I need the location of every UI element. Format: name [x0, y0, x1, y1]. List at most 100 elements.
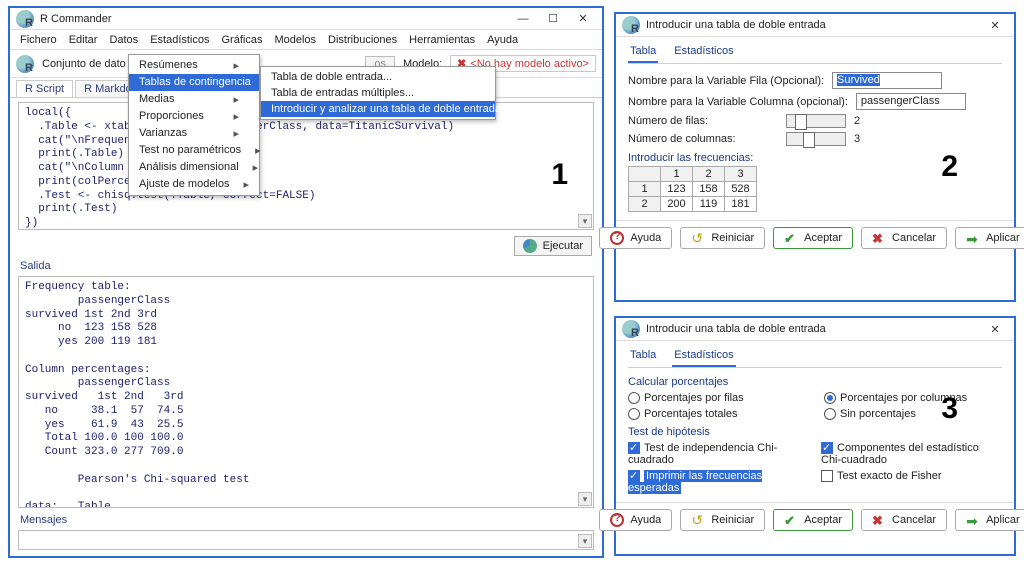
col-var-input[interactable]: passengerClass [856, 93, 966, 110]
cancel-icon: ✖ [872, 231, 886, 245]
tab-rscript[interactable]: R Script [16, 80, 73, 97]
mensajes-label: Mensajes [10, 512, 602, 526]
menu-resumenes[interactable]: Resúmenes▸ [129, 57, 259, 74]
freq-cell[interactable]: 158 [693, 182, 725, 197]
submenu-multiples[interactable]: Tabla de entradas múltiples... [261, 85, 495, 101]
freq-cell[interactable]: 528 [725, 182, 757, 197]
close-button[interactable]: ✕ [570, 11, 596, 27]
output-pane[interactable]: Frequency table: passengerClass survived… [18, 276, 594, 508]
contingencia-submenu: Tabla de doble entrada... Tabla de entra… [260, 66, 496, 120]
estadisticos-menu: Resúmenes▸ Tablas de contingencia▸ Media… [128, 54, 260, 196]
radio-row-pct[interactable]: Porcentajes por filas [628, 392, 806, 404]
row-var-input[interactable]: Survived [832, 72, 942, 89]
ok-button[interactable]: ✔Aceptar [773, 227, 853, 249]
submenu-doble-entrada[interactable]: Tabla de doble entrada... [261, 69, 495, 85]
ncols-value: 3 [854, 133, 860, 145]
menu-ayuda[interactable]: Ayuda [487, 34, 518, 46]
menu-tablas-contingencia[interactable]: Tablas de contingencia▸ [129, 74, 259, 91]
close-button[interactable]: ✕ [982, 321, 1008, 337]
menu-medias[interactable]: Medias▸ [129, 91, 259, 108]
radio-col-pct[interactable]: Porcentajes por columnas [824, 392, 1002, 404]
dialog-title: Introducir una tabla de doble entrada [646, 323, 826, 335]
row-var-label: Nombre para la Variable Fila (Opcional): [628, 75, 824, 87]
radio-no-pct[interactable]: Sin porcentajes [824, 408, 1002, 420]
menu-graficas[interactable]: Gráficas [222, 34, 263, 46]
cancel-button[interactable]: ✖Cancelar [861, 509, 947, 531]
freq-table[interactable]: 1 2 3 1 123 158 528 2 200 119 181 [628, 166, 757, 212]
freq-col-header: 1 [661, 167, 693, 182]
ncols-slider[interactable] [786, 132, 846, 146]
menu-dimensional[interactable]: Análisis dimensional▸ [129, 159, 259, 176]
apply-button[interactable]: ➡Aplicar [955, 509, 1024, 531]
ok-button[interactable]: ✔Aceptar [773, 509, 853, 531]
apply-icon: ➡ [966, 513, 980, 527]
maximize-button[interactable]: ☐ [540, 11, 566, 27]
freq-cell[interactable]: 200 [661, 197, 693, 212]
menu-estadisticos[interactable]: Estadísticos [150, 34, 209, 46]
apply-button[interactable]: ➡Aplicar [955, 227, 1024, 249]
freq-cell[interactable]: 123 [661, 182, 693, 197]
help-button[interactable]: Ayuda [599, 509, 672, 531]
tab-estadisticos[interactable]: Estadísticos [672, 43, 735, 63]
reset-icon: ↺ [691, 513, 705, 527]
check-icon: ✔ [784, 231, 798, 245]
cancel-button[interactable]: ✖Cancelar [861, 227, 947, 249]
freq-row: 1 123 158 528 [629, 182, 757, 197]
nrows-label: Número de filas: [628, 115, 778, 127]
help-button[interactable]: Ayuda [599, 227, 672, 249]
rcommander-window: R Commander — ☐ ✕ Fichero Editar Datos E… [8, 6, 604, 558]
percent-legend: Calcular porcentajes [628, 376, 728, 388]
scroll-down-icon[interactable]: ▾ [578, 534, 592, 548]
scroll-down-icon[interactable]: ▾ [578, 214, 592, 228]
apply-icon: ➡ [966, 231, 980, 245]
r-logo-icon [16, 10, 34, 28]
menu-fichero[interactable]: Fichero [20, 34, 57, 46]
freq-cell[interactable]: 119 [693, 197, 725, 212]
tab-estadisticos[interactable]: Estadísticos [672, 347, 735, 367]
freq-cell[interactable]: 181 [725, 197, 757, 212]
menu-modelos[interactable]: Modelos [274, 34, 316, 46]
annotation-3: 3 [941, 392, 958, 426]
menubar: Fichero Editar Datos Estadísticos Gráfic… [10, 30, 602, 50]
tab-tabla[interactable]: Tabla [628, 347, 658, 367]
r-logo-icon [622, 16, 640, 34]
output-text: Frequency table: passengerClass survived… [19, 277, 593, 508]
messages-pane[interactable]: ▾ [18, 530, 594, 550]
reset-button[interactable]: ↺Reiniciar [680, 509, 765, 531]
reset-button[interactable]: ↺Reiniciar [680, 227, 765, 249]
menu-herramientas[interactable]: Herramientas [409, 34, 475, 46]
menu-ajuste-modelos[interactable]: Ajuste de modelos▸ [129, 176, 259, 193]
r-logo-icon [16, 55, 34, 73]
script-pane[interactable]: local({ .Table <- xtabs(~survived+passen… [18, 102, 594, 230]
menu-varianzas[interactable]: Varianzas▸ [129, 125, 259, 142]
menu-datos[interactable]: Datos [109, 34, 138, 46]
freq-row-header: 1 [629, 182, 661, 197]
salida-label: Salida [10, 258, 602, 272]
ncols-label: Número de columnas: [628, 133, 778, 145]
nrows-slider[interactable] [786, 114, 846, 128]
dialog-estadisticos: Introducir una tabla de doble entrada ✕ … [614, 316, 1016, 556]
script-text[interactable]: local({ .Table <- xtabs(~survived+passen… [19, 103, 593, 230]
radio-total-pct[interactable]: Porcentajes totales [628, 408, 806, 420]
r-logo-icon [622, 320, 640, 338]
cancel-icon: ✖ [872, 513, 886, 527]
tab-tabla[interactable]: Tabla [628, 43, 658, 63]
close-button[interactable]: ✕ [982, 17, 1008, 33]
hyp-legend: Test de hipótesis [628, 426, 710, 438]
check-chi[interactable]: Test de independencia Chi-cuadrado [628, 442, 809, 466]
execute-button[interactable]: Ejecutar [514, 236, 592, 256]
nrows-value: 2 [854, 115, 860, 127]
menu-proporciones[interactable]: Proporciones▸ [129, 108, 259, 125]
submenu-introducir-analizar[interactable]: Introducir y analizar una tabla de doble… [261, 101, 495, 117]
menu-no-parametricos[interactable]: Test no paramétricos▸ [129, 142, 259, 159]
menu-distribuciones[interactable]: Distribuciones [328, 34, 397, 46]
freq-row-header: 2 [629, 197, 661, 212]
check-fisher[interactable]: Test exacto de Fisher [821, 470, 1002, 494]
check-components[interactable]: Componentes del estadístico Chi-cuadrado [821, 442, 1002, 466]
menu-editar[interactable]: Editar [69, 34, 98, 46]
freq-row: 2 200 119 181 [629, 197, 757, 212]
scroll-down-icon[interactable]: ▾ [578, 492, 592, 506]
check-expected[interactable]: Imprimir las frecuencias esperadas [628, 470, 809, 494]
window-title: R Commander [40, 13, 112, 25]
minimize-button[interactable]: — [510, 11, 536, 27]
